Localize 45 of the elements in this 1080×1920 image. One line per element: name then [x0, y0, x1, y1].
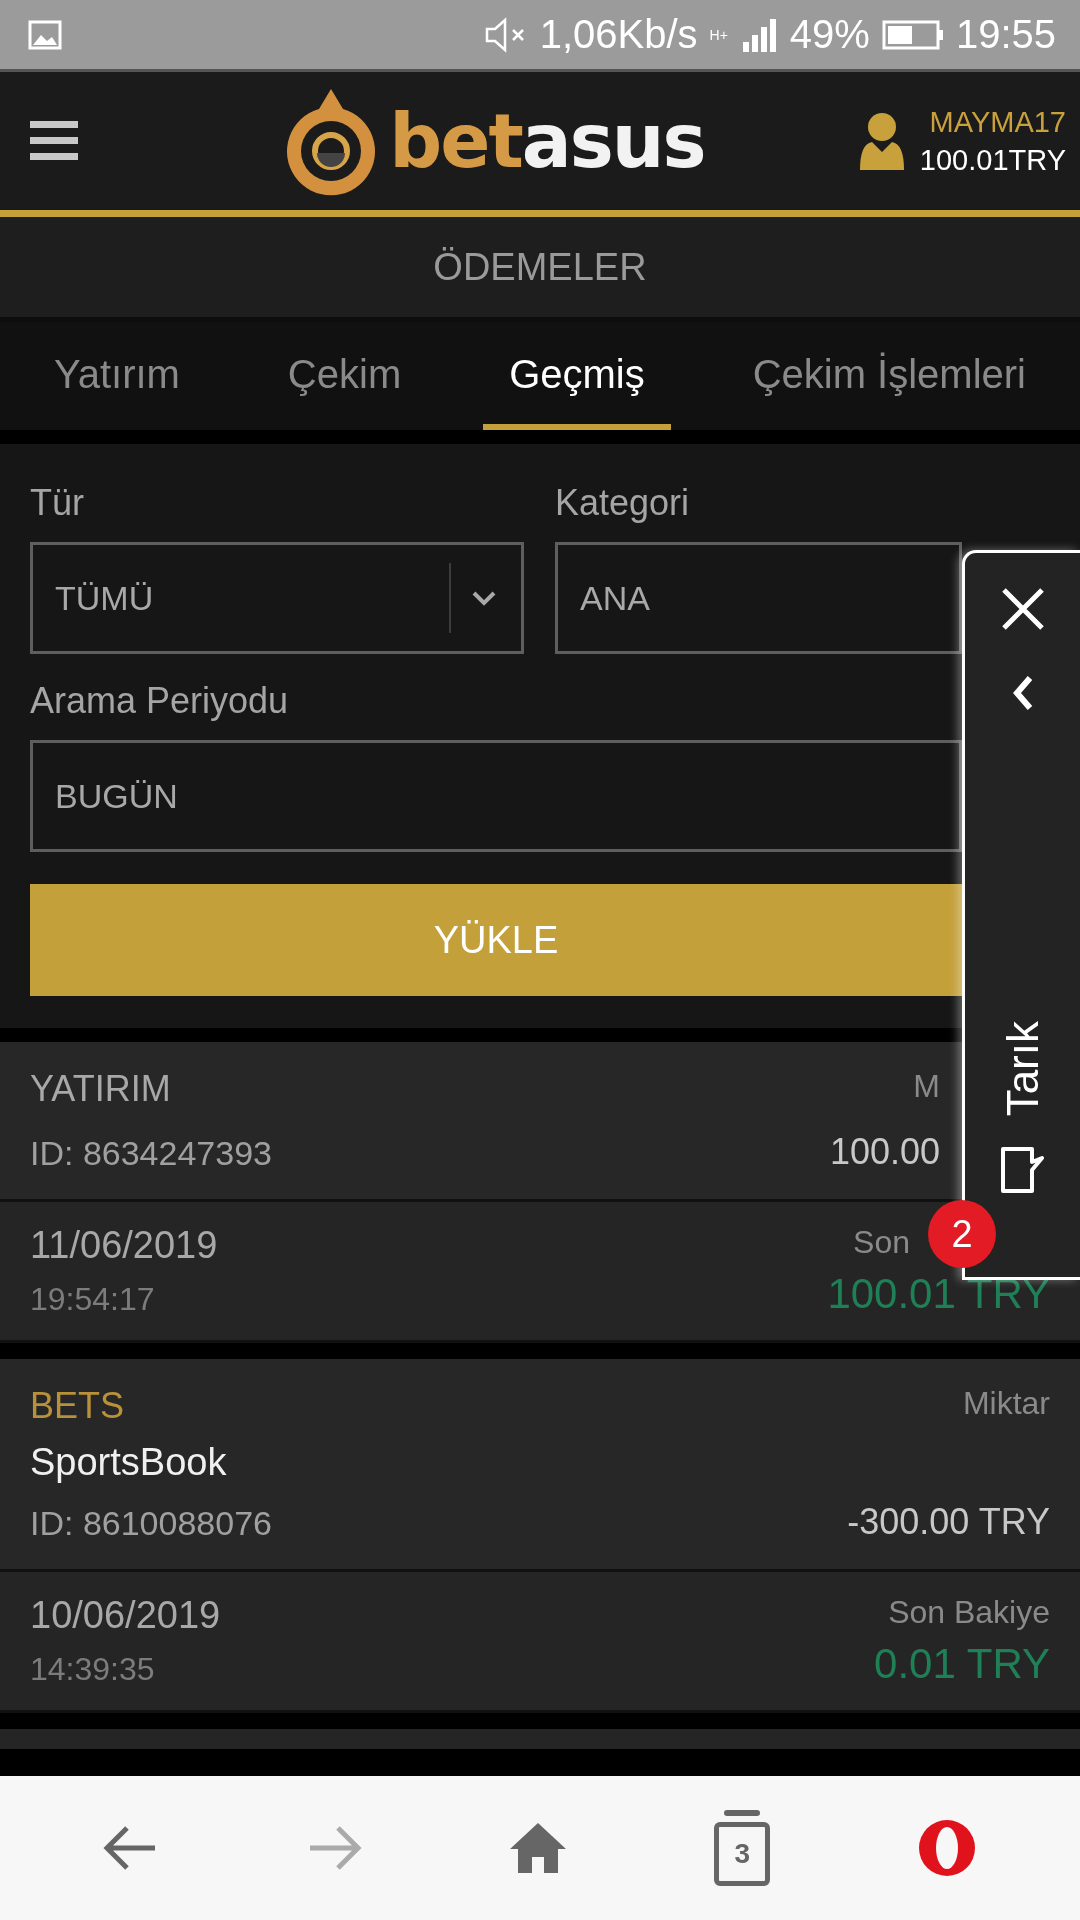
- image-icon: [28, 19, 62, 50]
- username: MAYMA17: [929, 105, 1066, 140]
- dropdown[interactable]: TÜMÜ: [30, 542, 524, 654]
- tab[interactable]: Yatırım: [28, 322, 206, 430]
- field-label: Kategori: [555, 482, 691, 524]
- balance-label: Son Bakiye: [888, 1594, 1050, 1631]
- input-field[interactable]: BUGÜN: [30, 740, 962, 852]
- signal-icon: [741, 17, 778, 52]
- balance-label: Son: [853, 1224, 910, 1261]
- user-icon: [857, 112, 906, 170]
- transaction-date: 11/06/2019: [30, 1224, 218, 1267]
- page-title: ÖDEMELER: [433, 245, 647, 289]
- network-speed: 1,06Kb/s: [539, 12, 698, 57]
- chevron-down-icon: [471, 590, 497, 606]
- field-label: Arama Periyodu: [30, 680, 290, 722]
- transaction-id: ID: 8634247393: [30, 1134, 272, 1173]
- input-field[interactable]: ANA: [555, 542, 962, 654]
- clock: 19:55: [955, 12, 1056, 57]
- browser-logo-icon[interactable]: [916, 1818, 977, 1878]
- tab[interactable]: Çekim İşlemleri: [726, 322, 1052, 430]
- balance: 100.01TRY: [919, 143, 1066, 178]
- transaction-id: ID: 8610088076: [30, 1504, 272, 1543]
- transaction-type: BETS: [30, 1385, 126, 1427]
- transaction-time: 14:39:35: [30, 1651, 156, 1688]
- battery-icon: [881, 19, 944, 50]
- transaction-date: 10/06/2019: [30, 1594, 221, 1637]
- field-label: Tür: [30, 482, 85, 524]
- panel-label[interactable]: Tarık: [998, 1021, 1047, 1117]
- transaction-time: 19:54:17: [30, 1281, 156, 1318]
- close-icon[interactable]: [1000, 587, 1045, 631]
- balance-amount: 0.01 TRY: [874, 1640, 1050, 1688]
- note-icon[interactable]: [999, 1146, 1046, 1195]
- transaction-name: SportsBook: [30, 1441, 228, 1484]
- battery-percent: 49%: [789, 12, 870, 57]
- chevron-left-icon[interactable]: [1011, 675, 1034, 711]
- network-type-label: H+: [709, 27, 728, 42]
- amount: 100.00: [829, 1131, 940, 1173]
- amount: -300.00 TRY: [847, 1501, 1050, 1543]
- menu-icon[interactable]: [30, 119, 80, 163]
- tab[interactable]: Geçmiş: [483, 322, 671, 430]
- amount-label: M: [913, 1068, 940, 1105]
- tab[interactable]: Çekim: [261, 322, 428, 430]
- transaction-type: YATIRIM: [30, 1068, 172, 1110]
- amount-label: Miktar: [962, 1385, 1050, 1422]
- logo-text: betasus: [389, 98, 705, 184]
